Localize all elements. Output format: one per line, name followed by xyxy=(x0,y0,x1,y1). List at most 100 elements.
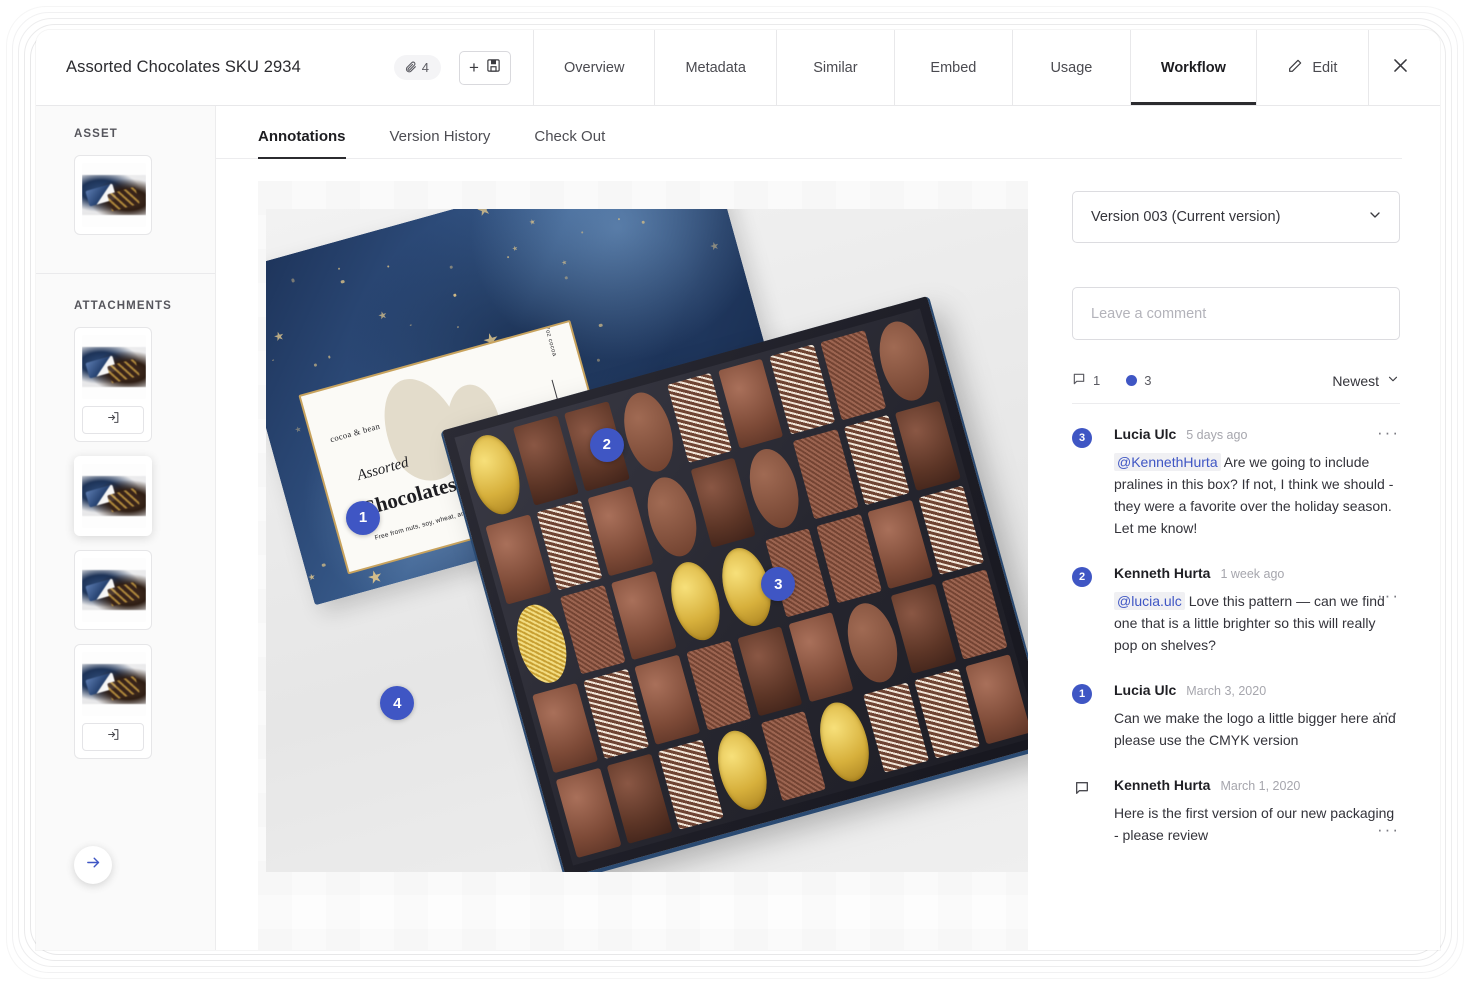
comment-annotation-badge[interactable]: 1 xyxy=(1072,684,1092,704)
screen: Assorted Chocolates SKU 2934 4 + Overvie… xyxy=(0,0,1470,985)
comment-count-value: 1 xyxy=(1093,373,1101,388)
edit-label: Edit xyxy=(1312,59,1338,76)
comment-timestamp: 1 week ago xyxy=(1220,567,1285,581)
replace-icon xyxy=(107,411,120,429)
tab-similar[interactable]: Similar xyxy=(776,30,895,105)
comment-item: 2 Kenneth Hurta 1 week ago ··· @lucia.ul… xyxy=(1072,543,1400,660)
header-left: Assorted Chocolates SKU 2934 4 + xyxy=(36,30,534,105)
close-icon xyxy=(1391,56,1410,79)
label-weight: 7oz cocoa xyxy=(543,325,558,357)
attachment-item-3[interactable] xyxy=(74,550,152,630)
comment-text: Here is the first version of our new pac… xyxy=(1114,805,1395,843)
tab-overview[interactable]: Overview xyxy=(534,30,656,105)
plus-icon: + xyxy=(469,58,479,77)
close-button[interactable] xyxy=(1368,30,1433,105)
comment-menu-button[interactable]: ··· xyxy=(1377,587,1400,604)
comment-bubble-badge xyxy=(1072,779,1092,799)
comment-bubble-icon xyxy=(1072,372,1086,389)
annotation-viewer[interactable]: cocoa & bean Assorted Chocolates Free fr… xyxy=(258,181,1050,950)
annotation-marker-4[interactable]: 4 xyxy=(380,686,415,721)
comment-author: Lucia Ulc xyxy=(1114,682,1177,698)
workflow-subtabs: Annotations Version History Check Out xyxy=(216,106,1402,159)
annotation-marker-1[interactable]: 1 xyxy=(346,500,380,535)
chocolate-piece xyxy=(689,457,756,548)
badge-number: 2 xyxy=(1078,571,1086,583)
comment-menu-button[interactable]: ··· xyxy=(1377,821,1400,838)
tab-metadata[interactable]: Metadata xyxy=(655,30,777,105)
attachment-item-2[interactable] xyxy=(74,456,152,536)
subtab-version-history[interactable]: Version History xyxy=(390,128,491,158)
attachment-replace-button[interactable] xyxy=(82,406,144,434)
comment-header: Kenneth Hurta 1 week ago xyxy=(1114,565,1400,581)
comment-menu-button[interactable]: ··· xyxy=(1377,704,1400,721)
annotation-dot-icon xyxy=(1126,375,1138,386)
comment-annotation-badge[interactable]: 3 xyxy=(1072,428,1092,448)
edit-button[interactable]: Edit xyxy=(1256,30,1369,105)
annotation-count-group: 3 xyxy=(1126,373,1151,388)
marker-number: 2 xyxy=(602,436,612,454)
comment-menu-button[interactable]: ··· xyxy=(1377,424,1400,441)
attachments-section: ATTACHMENTS xyxy=(36,274,215,773)
tab-usage[interactable]: Usage xyxy=(1012,30,1131,105)
header-bar: Assorted Chocolates SKU 2934 4 + Overvie… xyxy=(36,30,1440,106)
asset-thumbnail[interactable] xyxy=(74,155,152,235)
marker-number: 1 xyxy=(358,509,368,527)
comment-author: Kenneth Hurta xyxy=(1114,777,1211,793)
attachment-thumbnail-image xyxy=(82,335,146,399)
chocolate-piece xyxy=(760,710,826,801)
comment-header: Lucia Ulc 5 days ago xyxy=(1114,426,1400,442)
page-title: Assorted Chocolates SKU 2934 xyxy=(66,58,301,76)
attachment-count-value: 4 xyxy=(421,60,429,75)
attachment-item-4[interactable] xyxy=(74,644,152,759)
comment-item: 3 Lucia Ulc 5 days ago ··· @KennethHurta… xyxy=(1072,408,1400,543)
comment-header: Kenneth Hurta March 1, 2020 xyxy=(1114,777,1400,793)
comment-timestamp: 5 days ago xyxy=(1186,428,1248,442)
comment-mention[interactable]: @lucia.ulc xyxy=(1114,592,1185,610)
comment-mention[interactable]: @KennethHurta xyxy=(1114,453,1221,471)
label-script: Assorted xyxy=(355,453,411,484)
tab-label: Workflow xyxy=(1160,59,1226,76)
attachment-thumbnail-image xyxy=(82,652,146,716)
asset-detail-window: Assorted Chocolates SKU 2934 4 + Overvie… xyxy=(36,30,1440,950)
comment-annotation-badge[interactable]: 2 xyxy=(1072,567,1092,587)
version-select[interactable]: Version 003 (Current version) xyxy=(1072,191,1400,243)
tab-label: Embed xyxy=(930,59,977,76)
subtab-check-out[interactable]: Check Out xyxy=(534,128,605,158)
comment-item: Kenneth Hurta March 1, 2020 ··· Here is … xyxy=(1072,755,1400,850)
annotation-count-value: 3 xyxy=(1144,373,1152,388)
marker-number: 3 xyxy=(774,575,783,593)
comment-input-wrapper[interactable] xyxy=(1072,287,1400,340)
comment-count-group: 1 xyxy=(1072,372,1100,389)
comment-body: @lucia.ulc Love this pattern — can we fi… xyxy=(1114,590,1400,656)
save-disk-icon xyxy=(486,58,501,78)
annotation-marker-2[interactable]: 2 xyxy=(589,427,624,462)
asset-rail: ASSET ATTACHMENTS xyxy=(36,106,216,950)
tab-workflow[interactable]: Workflow xyxy=(1130,30,1257,105)
attachment-replace-button[interactable] xyxy=(82,723,144,751)
subtab-annotations[interactable]: Annotations xyxy=(258,128,346,159)
add-to-collection-button[interactable]: + xyxy=(459,50,511,85)
attachment-count-badge[interactable]: 4 xyxy=(393,55,441,80)
comment-input[interactable] xyxy=(1091,305,1381,322)
attachment-item-1[interactable] xyxy=(74,327,152,442)
chevron-down-icon xyxy=(1367,207,1383,227)
sort-selector[interactable]: Newest xyxy=(1332,372,1400,389)
version-select-value: Version 003 (Current version) xyxy=(1091,209,1281,225)
comment-author: Lucia Ulc xyxy=(1114,426,1177,442)
comment-author: Kenneth Hurta xyxy=(1114,565,1211,581)
workflow-workarea: cocoa & bean Assorted Chocolates Free fr… xyxy=(216,159,1440,950)
comment-body: Can we make the logo a little bigger her… xyxy=(1114,707,1400,751)
asset-preview-image[interactable]: cocoa & bean Assorted Chocolates Free fr… xyxy=(266,209,1028,872)
tab-embed[interactable]: Embed xyxy=(894,30,1013,105)
pencil-icon xyxy=(1287,58,1303,78)
badge-number: 1 xyxy=(1078,688,1086,700)
comment-timestamp: March 1, 2020 xyxy=(1220,779,1301,793)
badge-number: 3 xyxy=(1078,432,1086,444)
chevron-down-icon xyxy=(1386,372,1400,389)
tab-label: Usage xyxy=(1050,59,1093,76)
subtab-label: Check Out xyxy=(534,128,606,145)
comment-header: Lucia Ulc March 3, 2020 xyxy=(1114,682,1400,698)
tab-label: Similar xyxy=(813,59,858,76)
comment-body: @KennethHurta Are we going to include pr… xyxy=(1114,451,1400,539)
rail-next-button[interactable] xyxy=(74,846,112,884)
